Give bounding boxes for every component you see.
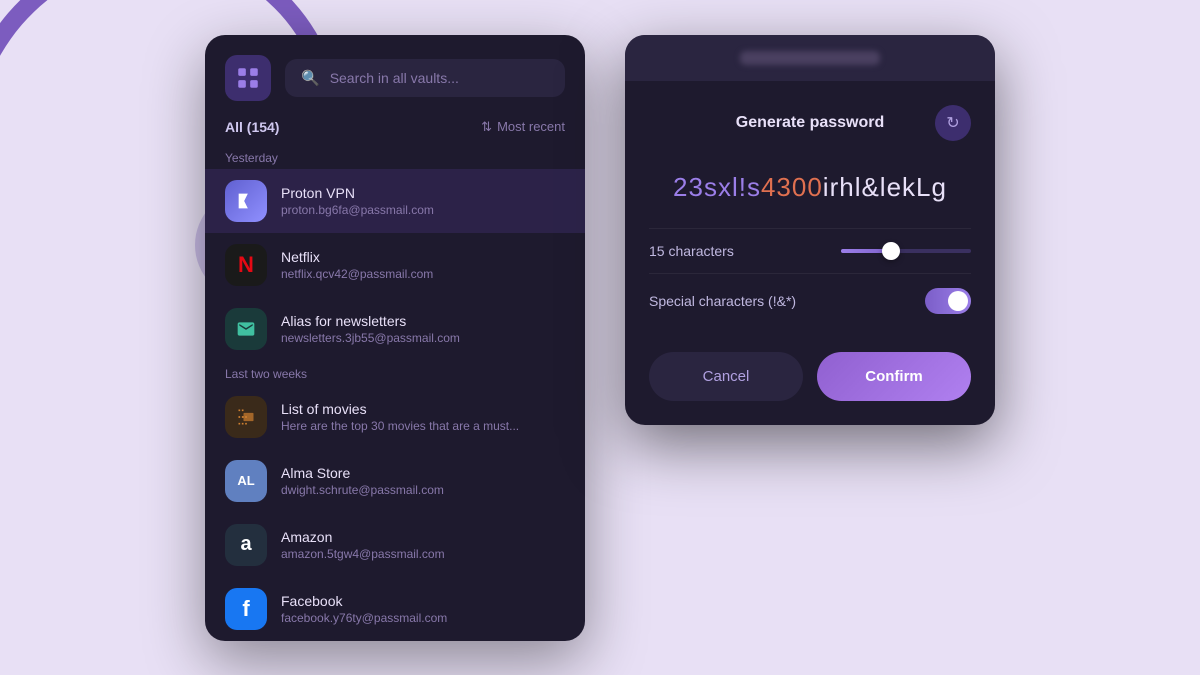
list-item[interactable]: Proton VPN proton.bg6fa@passmail.com [205, 169, 585, 233]
item-title: Facebook [281, 593, 565, 609]
blurred-content [740, 51, 880, 65]
item-title: Amazon [281, 529, 565, 545]
vault-header: 🔍 Search in all vaults... [205, 35, 585, 113]
characters-option-row: 15 characters [649, 228, 971, 273]
item-title: Alma Store [281, 465, 565, 481]
characters-slider[interactable] [841, 249, 971, 253]
alias-icon [225, 308, 267, 350]
refresh-button[interactable]: ↻ [935, 105, 971, 141]
item-text: Amazon amazon.5tgw4@passmail.com [281, 529, 565, 561]
list-item[interactable]: Alias for newsletters newsletters.3jb55@… [205, 297, 585, 361]
item-subtitle: Here are the top 30 movies that are a mu… [281, 419, 565, 433]
password-panel: Generate password ↻ 23sxl!s4300irhl&lekL… [625, 35, 995, 426]
search-bar[interactable]: 🔍 Search in all vaults... [285, 59, 565, 97]
main-content: 🔍 Search in all vaults... All (154) ⇅ Mo… [205, 35, 995, 641]
item-subtitle: facebook.y76ty@passmail.com [281, 611, 565, 625]
item-text: Netflix netflix.qcv42@passmail.com [281, 249, 565, 281]
password-part3: irhl&lekLg [823, 172, 947, 202]
characters-label: 15 characters [649, 243, 734, 259]
item-subtitle: dwight.schrute@passmail.com [281, 483, 565, 497]
item-text: Facebook facebook.y76ty@passmail.com [281, 593, 565, 625]
vault-list: Yesterday Proton VPN proton.bg6fa@passma… [205, 145, 585, 641]
netflix-icon: N [225, 244, 267, 286]
list-item[interactable]: N Netflix netflix.qcv42@passmail.com [205, 233, 585, 297]
password-options: 15 characters Special characters (!&*) [625, 228, 995, 344]
password-part2: 4300 [761, 172, 823, 202]
amazon-icon: a [225, 524, 267, 566]
special-chars-option-row: Special characters (!&*) [649, 273, 971, 328]
action-buttons: Cancel Confirm [625, 344, 995, 425]
confirm-button[interactable]: Confirm [817, 352, 971, 401]
item-text: List of movies Here are the top 30 movie… [281, 401, 565, 433]
item-subtitle: proton.bg6fa@passmail.com [281, 203, 565, 217]
list-item[interactable]: List of movies Here are the top 30 movie… [205, 385, 585, 449]
vault-panel: 🔍 Search in all vaults... All (154) ⇅ Mo… [205, 35, 585, 641]
panel-header: Generate password ↻ [625, 81, 995, 151]
section-last-two-weeks: Last two weeks [205, 361, 585, 385]
section-yesterday: Yesterday [205, 145, 585, 169]
search-icon: 🔍 [301, 69, 320, 87]
search-placeholder: Search in all vaults... [330, 70, 459, 86]
item-text: Alma Store dwight.schrute@passmail.com [281, 465, 565, 497]
filter-all-label: All (154) [225, 119, 279, 135]
item-subtitle: newsletters.3jb55@passmail.com [281, 331, 565, 345]
slider-thumb [882, 242, 900, 260]
vault-filter: All (154) ⇅ Most recent [205, 113, 585, 145]
proton-vpn-icon [225, 180, 267, 222]
alma-icon: AL [225, 460, 267, 502]
item-title: List of movies [281, 401, 565, 417]
item-subtitle: amazon.5tgw4@passmail.com [281, 547, 565, 561]
facebook-icon: f [225, 588, 267, 630]
special-chars-toggle[interactable] [925, 288, 971, 314]
vault-logo [225, 55, 271, 101]
panel-top-bar [625, 35, 995, 81]
item-title: Alias for newsletters [281, 313, 565, 329]
list-item[interactable]: f Facebook facebook.y76ty@passmail.com [205, 577, 585, 641]
list-item[interactable]: AL Alma Store dwight.schrute@passmail.co… [205, 449, 585, 513]
item-text: Proton VPN proton.bg6fa@passmail.com [281, 185, 565, 217]
toggle-thumb [948, 291, 968, 311]
list-item[interactable]: a Amazon amazon.5tgw4@passmail.com [205, 513, 585, 577]
password-part1: 23sxl!s [673, 172, 761, 202]
generated-password-display: 23sxl!s4300irhl&lekLg [625, 151, 995, 229]
item-title: Proton VPN [281, 185, 565, 201]
item-text: Alias for newsletters newsletters.3jb55@… [281, 313, 565, 345]
filter-sort[interactable]: ⇅ Most recent [481, 119, 565, 135]
movies-icon [225, 396, 267, 438]
generate-password-title: Generate password [685, 114, 935, 132]
item-title: Netflix [281, 249, 565, 265]
cancel-button[interactable]: Cancel [649, 352, 803, 401]
special-chars-label: Special characters (!&*) [649, 293, 796, 309]
item-subtitle: netflix.qcv42@passmail.com [281, 267, 565, 281]
slider-track [841, 249, 971, 253]
